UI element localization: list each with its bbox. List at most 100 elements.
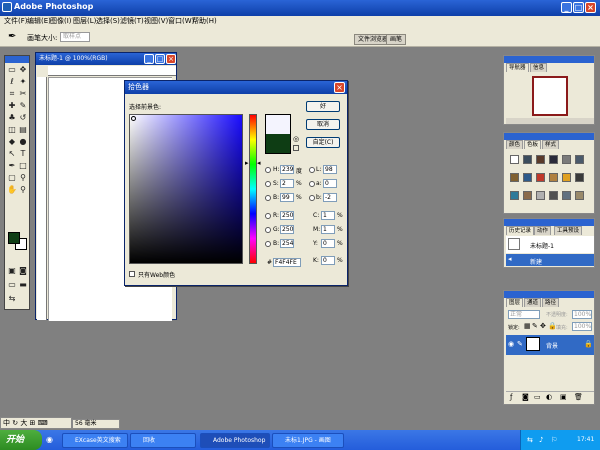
style-swatch[interactable] bbox=[562, 191, 571, 200]
standard-mode-icon[interactable]: ▣ bbox=[7, 266, 17, 276]
menu-window[interactable]: 窗口(W) bbox=[168, 16, 194, 26]
cyan-input[interactable]: 1 bbox=[321, 211, 335, 220]
lock-position-icon[interactable]: ✥ bbox=[540, 322, 546, 330]
style-swatch[interactable] bbox=[549, 191, 558, 200]
opacity-input[interactable]: 100% bbox=[572, 310, 592, 319]
green-radio[interactable] bbox=[265, 227, 271, 233]
lab-l-radio[interactable] bbox=[309, 167, 315, 173]
style-swatch[interactable] bbox=[510, 155, 519, 164]
blur-tool-icon[interactable]: ◆ bbox=[7, 137, 17, 147]
quick-mask-icon[interactable]: ◙ bbox=[18, 266, 28, 276]
security-icon[interactable]: ⚐ bbox=[551, 430, 557, 450]
custom-button[interactable]: 自定(C) bbox=[306, 137, 340, 148]
black-input[interactable]: 0 bbox=[321, 256, 335, 265]
navigator-zoom-slider[interactable] bbox=[506, 118, 594, 124]
layer-visibility-eye-icon[interactable]: ◉ bbox=[508, 340, 514, 348]
tab-actions[interactable]: 动作 bbox=[534, 226, 552, 235]
task-excase[interactable]: EXcase英文搜索 bbox=[62, 433, 128, 448]
menu-file[interactable]: 文件(F) bbox=[4, 16, 28, 26]
hex-input[interactable]: F4F4FE bbox=[273, 258, 301, 267]
marquee-tool-icon[interactable]: ▭ bbox=[7, 65, 17, 75]
task-paint[interactable]: 未标1.JPG - 画图 bbox=[272, 433, 344, 448]
lab-b-radio[interactable] bbox=[309, 195, 315, 201]
color-field[interactable] bbox=[129, 114, 243, 264]
magic-wand-icon[interactable]: ✦ bbox=[18, 77, 28, 87]
magenta-input[interactable]: 1 bbox=[321, 225, 335, 234]
crop-tool-icon[interactable]: ⌗ bbox=[7, 89, 17, 99]
tab-paths[interactable]: 路径 bbox=[542, 298, 560, 307]
tab-color[interactable]: 颜色 bbox=[506, 140, 524, 149]
shape-tool-icon[interactable]: □ bbox=[18, 161, 28, 171]
brush-size-select[interactable]: 取样点 bbox=[60, 32, 90, 42]
blue-input[interactable]: 254 bbox=[280, 239, 294, 248]
minimize-button[interactable]: _ bbox=[561, 2, 572, 13]
menu-select[interactable]: 选择(S) bbox=[96, 16, 120, 26]
navigator-thumbnail[interactable] bbox=[532, 76, 568, 116]
screen-mode-2-icon[interactable]: ▬ bbox=[18, 280, 28, 290]
gradient-tool-icon[interactable]: ▤ bbox=[18, 125, 28, 135]
brightness-radio[interactable] bbox=[265, 195, 271, 201]
type-tool-icon[interactable]: T bbox=[18, 149, 28, 159]
screen-mode-1-icon[interactable]: ▭ bbox=[7, 280, 17, 290]
doc-close-button[interactable]: × bbox=[166, 54, 176, 64]
tab-styles[interactable]: 样式 bbox=[542, 140, 560, 149]
start-button[interactable]: 开始 bbox=[0, 430, 42, 450]
zoom-tool-icon[interactable]: ⚲ bbox=[18, 185, 28, 195]
tab-layers[interactable]: 图层 bbox=[506, 298, 524, 307]
green-input[interactable]: 250 bbox=[280, 225, 294, 234]
blend-mode-select[interactable]: 正常 bbox=[508, 310, 540, 319]
style-swatch[interactable] bbox=[549, 155, 558, 164]
network-icon[interactable]: ⇆ bbox=[527, 430, 533, 450]
pen-tool-icon[interactable]: ✒ bbox=[7, 161, 17, 171]
style-swatch[interactable] bbox=[575, 191, 584, 200]
tab-swatches[interactable]: 色板 bbox=[524, 140, 542, 149]
menu-filter[interactable]: 滤镜(T) bbox=[120, 16, 144, 26]
layer-row-background[interactable]: ◉ ✎ 背景 🔒 bbox=[506, 335, 594, 355]
foreground-color-swatch[interactable] bbox=[8, 232, 20, 244]
close-button[interactable]: × bbox=[585, 2, 596, 13]
delete-layer-icon[interactable]: 🗑 bbox=[574, 393, 583, 401]
red-input[interactable]: 250 bbox=[280, 211, 294, 220]
lab-a-input[interactable]: 0 bbox=[323, 179, 337, 188]
doc-minimize-button[interactable]: _ bbox=[144, 54, 154, 64]
gamut-warning-icon[interactable]: ◎ bbox=[293, 135, 299, 143]
saturation-radio[interactable] bbox=[265, 181, 271, 187]
menu-edit[interactable]: 编辑(E) bbox=[27, 16, 51, 26]
yellow-input[interactable]: 0 bbox=[321, 239, 335, 248]
stamp-tool-icon[interactable]: ♣ bbox=[7, 113, 17, 123]
layer-style-icon[interactable]: ƒ bbox=[510, 393, 512, 401]
style-swatch[interactable] bbox=[575, 155, 584, 164]
healing-brush-icon[interactable]: ✚ bbox=[7, 101, 17, 111]
fill-input[interactable]: 100% bbox=[572, 322, 592, 331]
lab-l-input[interactable]: 98 bbox=[323, 165, 337, 174]
hue-slider-arrow-right-icon[interactable]: ◂ bbox=[257, 159, 261, 167]
style-swatch[interactable] bbox=[523, 191, 532, 200]
eyedropper-tool-icon[interactable]: ⚲ bbox=[18, 173, 28, 183]
tab-navigator[interactable]: 导航器 bbox=[506, 63, 529, 72]
lock-transparency-icon[interactable]: ▦ bbox=[524, 322, 531, 330]
ok-button[interactable]: 好 bbox=[306, 101, 340, 112]
lock-pixels-icon[interactable]: ✎ bbox=[532, 322, 538, 330]
slice-tool-icon[interactable]: ✂ bbox=[18, 89, 28, 99]
doc-maximize-button[interactable]: □ bbox=[155, 54, 165, 64]
layer-set-icon[interactable]: ▭ bbox=[534, 393, 541, 401]
menu-image[interactable]: 图像(I) bbox=[50, 16, 72, 26]
eraser-tool-icon[interactable]: ◫ bbox=[7, 125, 17, 135]
blue-radio[interactable] bbox=[265, 241, 271, 247]
menu-help[interactable]: 帮助(H) bbox=[192, 16, 217, 26]
style-swatch[interactable] bbox=[549, 173, 558, 182]
layer-mask-icon[interactable]: ◙ bbox=[522, 393, 529, 401]
dodge-tool-icon[interactable]: ● bbox=[18, 137, 28, 147]
adjustment-layer-icon[interactable]: ◐ bbox=[546, 393, 552, 401]
tab-tool-presets[interactable]: 工具预设 bbox=[554, 226, 583, 235]
hue-slider-arrow-left-icon[interactable]: ▸ bbox=[245, 159, 249, 167]
style-swatch[interactable] bbox=[575, 173, 584, 182]
dialog-close-button[interactable]: × bbox=[334, 82, 345, 93]
style-swatch[interactable] bbox=[562, 155, 571, 164]
style-swatch[interactable] bbox=[510, 173, 519, 182]
maximize-button[interactable]: □ bbox=[573, 2, 584, 13]
task-photoshop[interactable]: Adobe Photoshop bbox=[200, 433, 270, 448]
history-snapshot[interactable]: 未标题-1 bbox=[506, 236, 594, 253]
style-swatch[interactable] bbox=[523, 155, 532, 164]
style-swatch[interactable] bbox=[523, 173, 532, 182]
